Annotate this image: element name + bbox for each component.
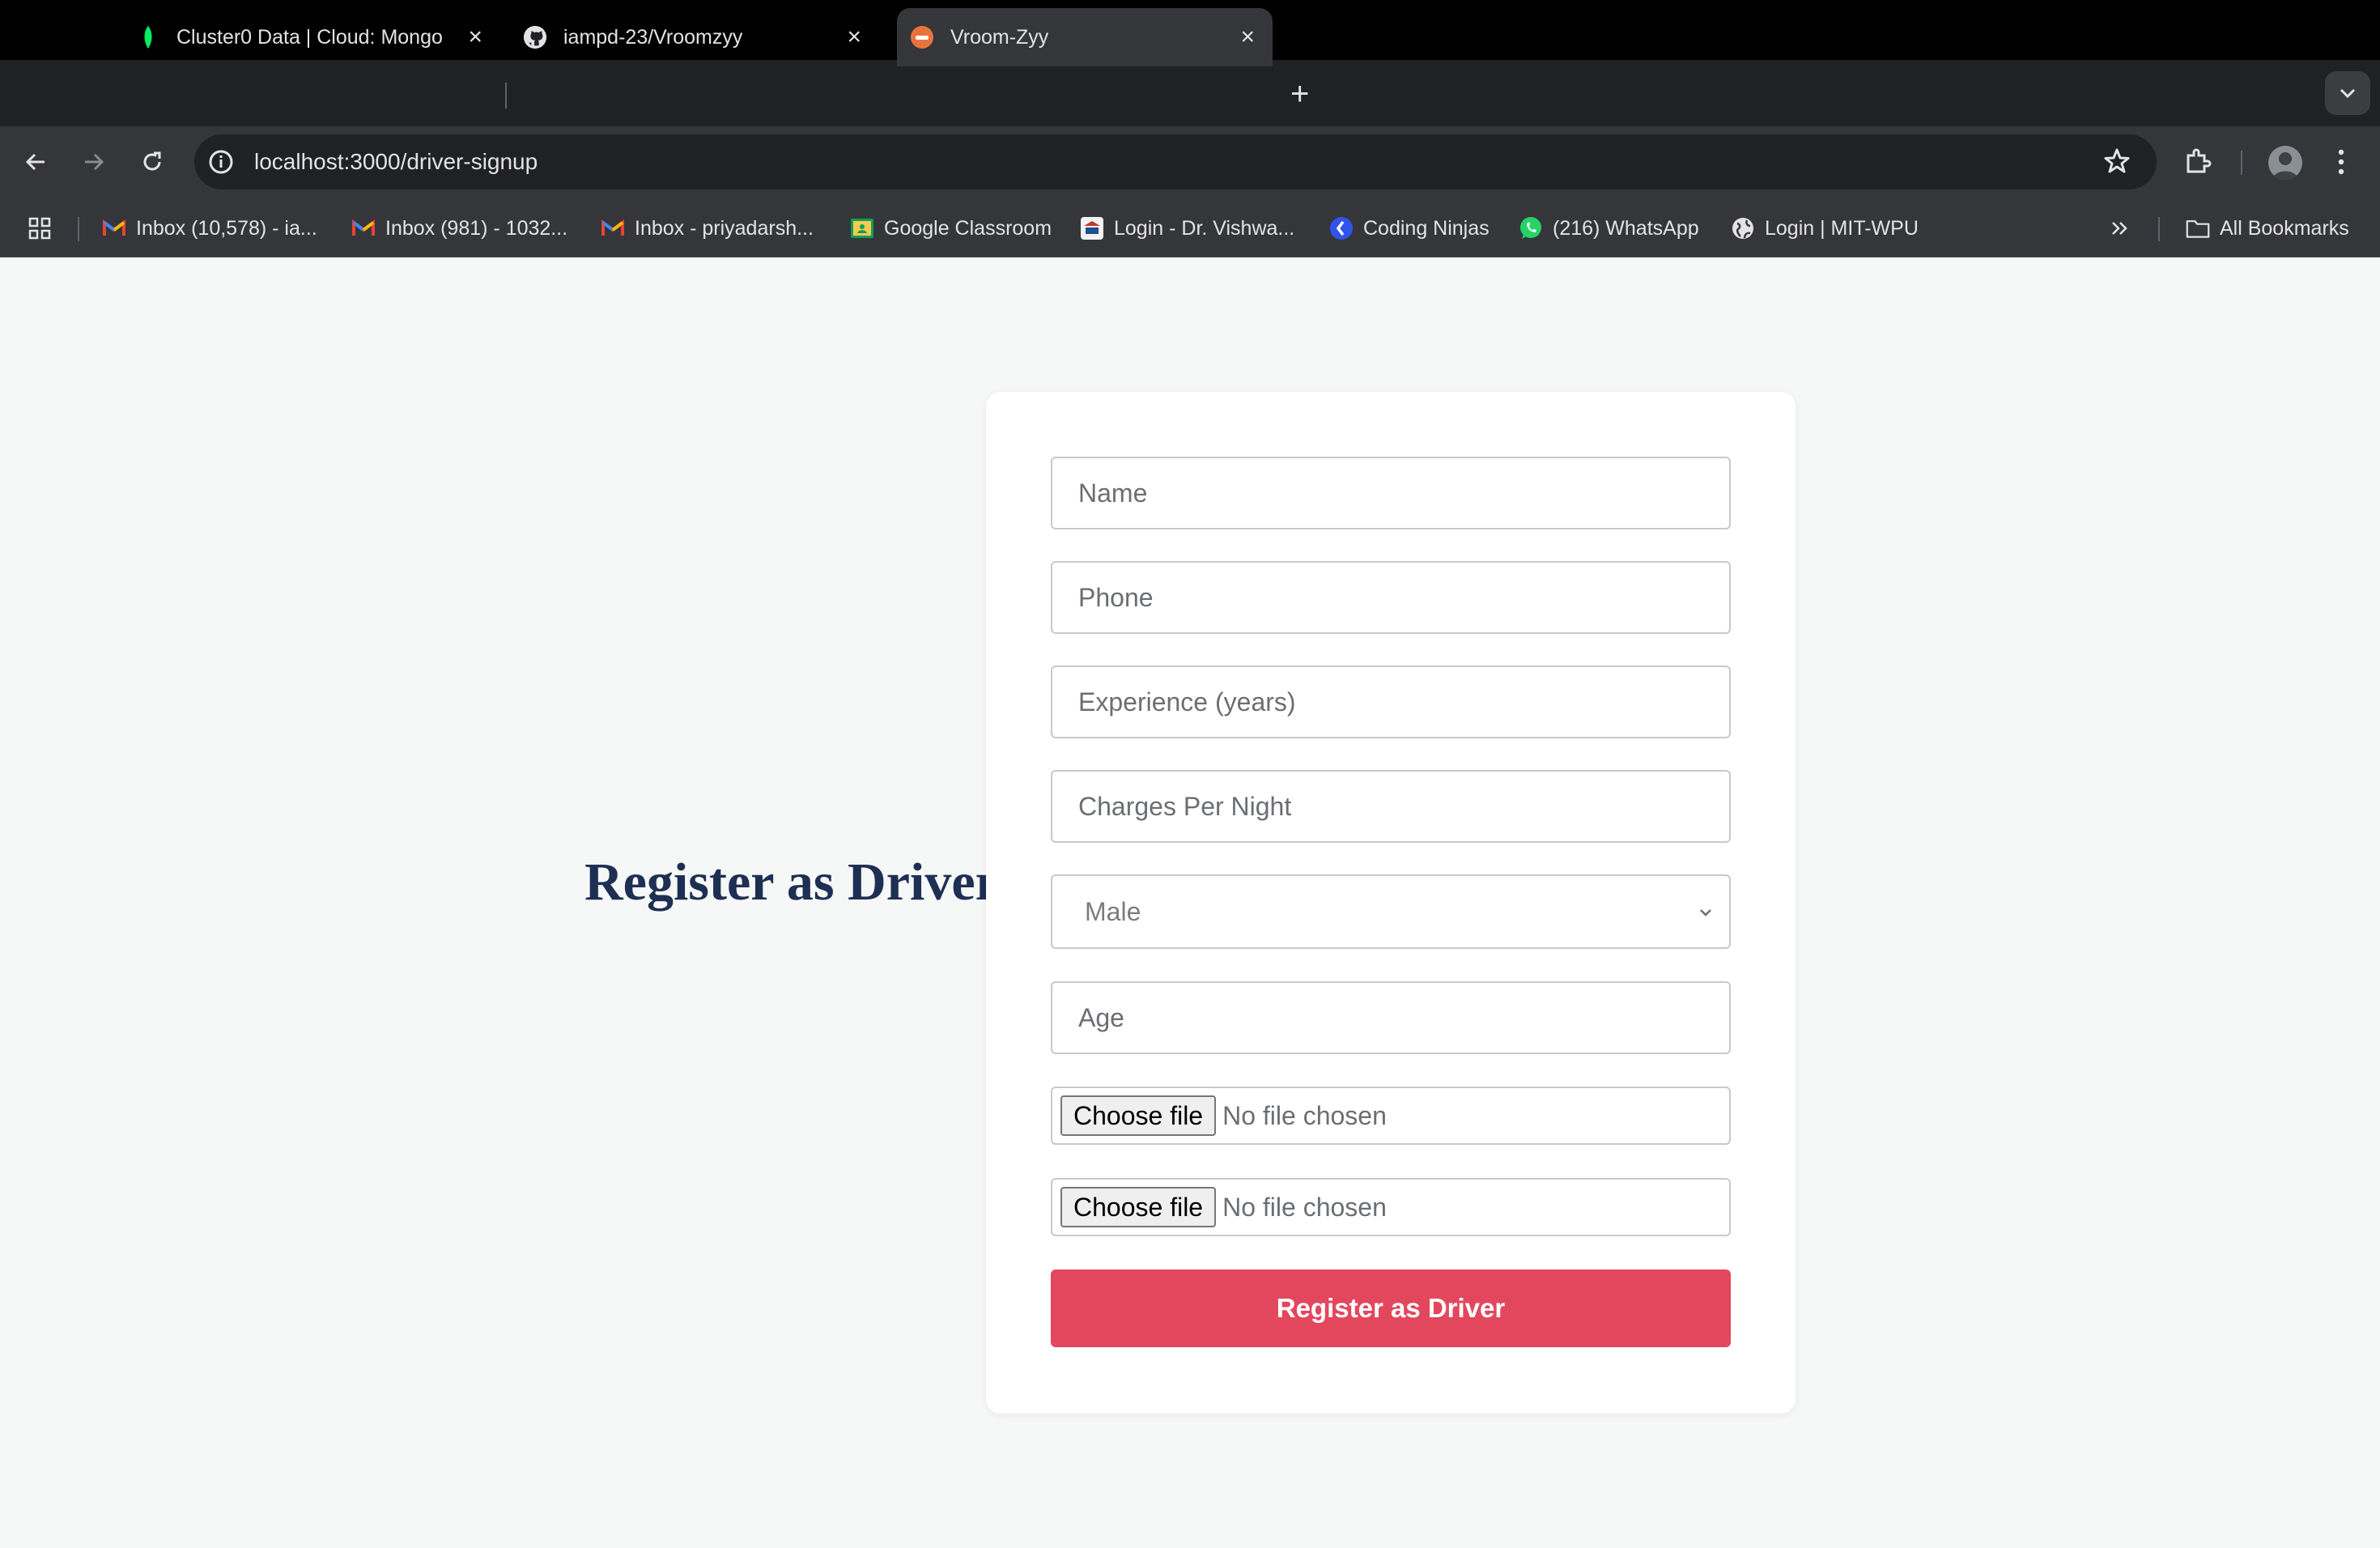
gmail-icon bbox=[601, 216, 625, 240]
name-input[interactable]: Name bbox=[1051, 457, 1731, 529]
forward-button[interactable] bbox=[76, 144, 112, 180]
file-status: No file chosen bbox=[1222, 1100, 1387, 1130]
tab-vroomzyy[interactable]: Vroom-Zyy × bbox=[897, 8, 1273, 66]
bookmark-item[interactable]: Coding Ninjas bbox=[1329, 212, 1490, 245]
choose-file-button[interactable]: Choose file bbox=[1060, 1187, 1217, 1227]
vroomzyy-favicon bbox=[910, 25, 934, 49]
extensions-icon[interactable] bbox=[2182, 146, 2213, 181]
arrow-right-icon bbox=[85, 153, 104, 171]
all-bookmarks-button[interactable]: All Bookmarks bbox=[2186, 212, 2349, 245]
tab-mongodb[interactable]: Cluster0 Data | Cloud: Mongo × bbox=[136, 8, 500, 66]
apps-grid-icon[interactable] bbox=[28, 212, 52, 245]
charges-per-night-input[interactable]: Charges Per Night bbox=[1051, 770, 1731, 843]
bookmark-item[interactable]: Inbox (981) - 1032... bbox=[351, 212, 567, 245]
close-tab-icon[interactable]: × bbox=[847, 23, 861, 51]
register-driver-button[interactable]: Register as Driver bbox=[1051, 1269, 1731, 1347]
bookmark-item[interactable]: Login - Dr. Vishwa... bbox=[1080, 212, 1294, 245]
gender-select[interactable]: Male bbox=[1051, 874, 1731, 949]
more-menu-icon[interactable] bbox=[2336, 146, 2346, 182]
phone-input[interactable]: Phone bbox=[1051, 561, 1731, 634]
university-icon bbox=[1080, 216, 1104, 240]
experience-input[interactable]: Experience (years) bbox=[1051, 666, 1731, 738]
chevron-down-icon bbox=[1697, 900, 1715, 931]
bookmark-star-icon[interactable] bbox=[2102, 146, 2132, 181]
driver-signup-card: Name Phone Experience (years) Charges Pe… bbox=[986, 392, 1796, 1414]
tab-strip bbox=[0, 60, 2380, 126]
more-bookmarks-icon[interactable] bbox=[2108, 212, 2131, 245]
choose-file-button[interactable]: Choose file bbox=[1060, 1095, 1217, 1136]
mongodb-leaf-icon bbox=[136, 25, 160, 49]
file-upload-1[interactable]: Choose file No file chosen bbox=[1051, 1087, 1731, 1145]
new-tab-button[interactable]: + bbox=[1290, 76, 1309, 113]
chevron-down-icon bbox=[2340, 88, 2356, 99]
reload-icon bbox=[143, 151, 161, 171]
bookmark-item[interactable]: Inbox - priyadarsh... bbox=[601, 212, 814, 245]
arrow-left-icon bbox=[25, 153, 45, 171]
bookmarks-separator bbox=[2158, 217, 2160, 241]
classroom-icon bbox=[850, 216, 874, 240]
coding-ninjas-icon bbox=[1329, 216, 1354, 240]
folder-icon bbox=[2186, 216, 2210, 240]
bookmark-item[interactable]: (216) WhatsApp bbox=[1519, 212, 1699, 245]
age-input[interactable]: Age bbox=[1051, 981, 1731, 1054]
back-button[interactable] bbox=[18, 144, 53, 180]
file-upload-2[interactable]: Choose file No file chosen bbox=[1051, 1178, 1731, 1236]
bookmarks-separator bbox=[78, 217, 79, 241]
toolbar-separator bbox=[2241, 151, 2242, 175]
reload-button[interactable] bbox=[134, 144, 170, 180]
url-text[interactable]: localhost:3000/driver-signup bbox=[254, 149, 538, 175]
file-status: No file chosen bbox=[1222, 1192, 1387, 1222]
page-title: Register as Driver bbox=[584, 853, 999, 912]
bookmark-item[interactable]: Inbox (10,578) - ia... bbox=[102, 212, 317, 245]
whatsapp-icon bbox=[1519, 216, 1543, 240]
bookmark-item[interactable]: Google Classroom bbox=[850, 212, 1052, 245]
site-info-icon[interactable] bbox=[206, 147, 236, 177]
tab-search-button[interactable] bbox=[2325, 71, 2370, 115]
bookmark-item[interactable]: Login | MIT-WPU bbox=[1731, 212, 1919, 245]
tab-github[interactable]: iampd-23/Vroomzyy × bbox=[523, 8, 879, 66]
globe-icon bbox=[1731, 216, 1755, 240]
gmail-icon bbox=[102, 216, 126, 240]
github-icon bbox=[523, 25, 547, 49]
gmail-icon bbox=[351, 216, 376, 240]
profile-avatar[interactable] bbox=[2268, 146, 2302, 180]
tab-separator bbox=[505, 83, 507, 108]
close-tab-icon[interactable]: × bbox=[1240, 23, 1255, 51]
close-tab-icon[interactable]: × bbox=[468, 23, 482, 51]
